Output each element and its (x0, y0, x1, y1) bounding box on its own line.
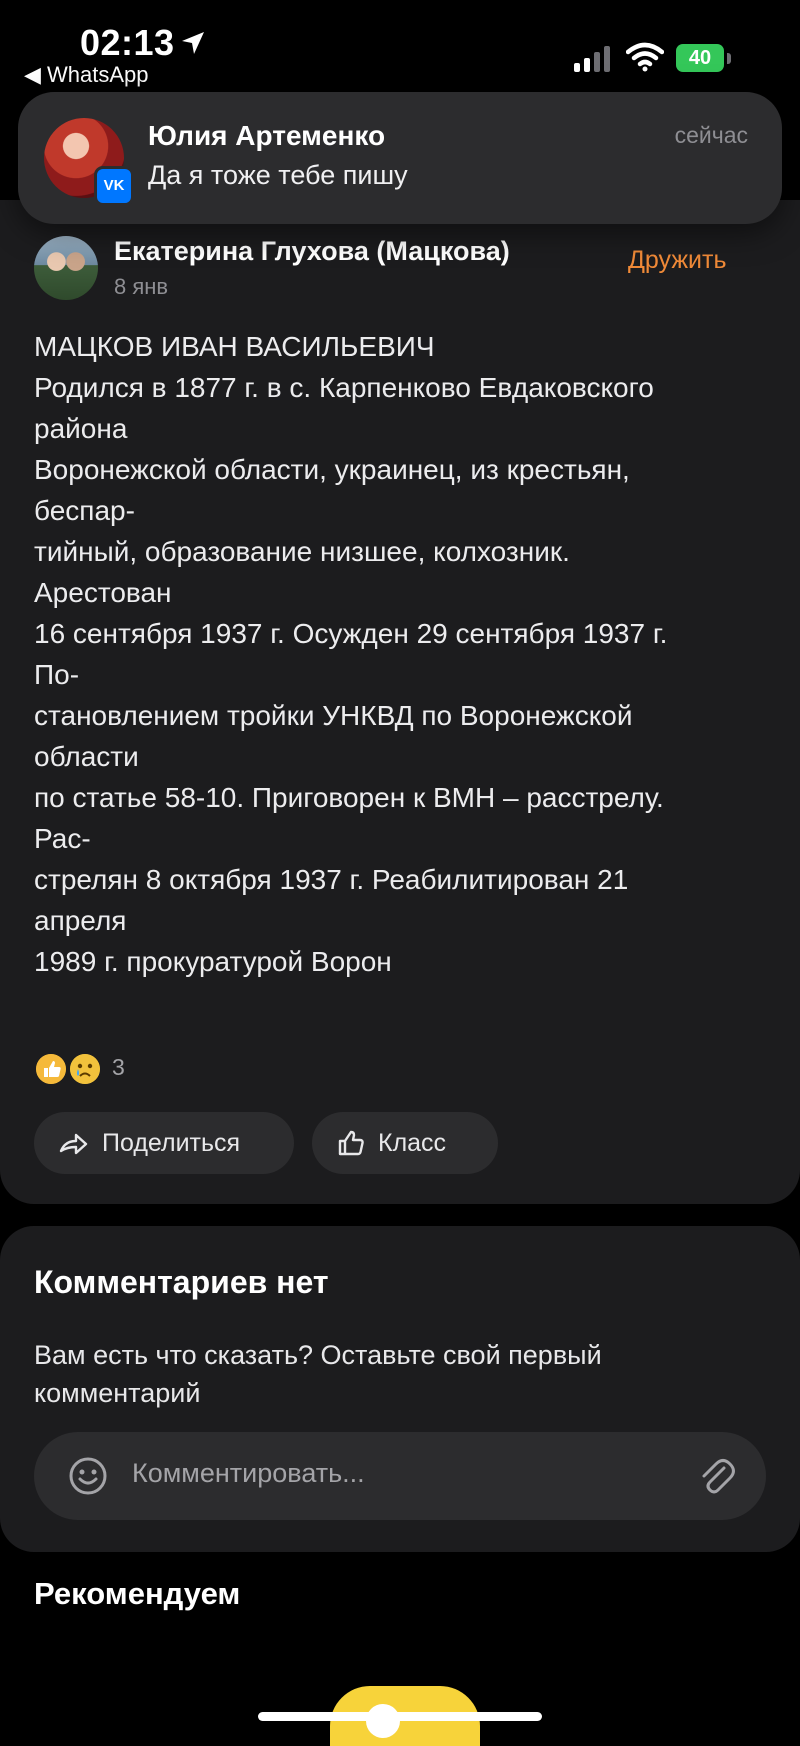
thumbs-up-icon (338, 1130, 364, 1156)
battery-nub (727, 53, 731, 64)
share-label: Поделиться (102, 1128, 241, 1157)
comments-subtitle: Вам есть что сказать? Оставьте свой перв… (34, 1340, 602, 1408)
like-reaction-icon (34, 1052, 68, 1086)
post-line: становлением тройки УНКВД по Воронежской (34, 700, 633, 731)
post-line: района (34, 413, 128, 444)
post-line: Воронежской области, украинец, из кресть… (34, 454, 630, 485)
battery-level: 40 (676, 44, 724, 72)
notification-sender: Юлия Артеменко (148, 120, 386, 151)
post-line: МАЦКОВ ИВАН ВАСИЛЬЕВИЧ (34, 331, 435, 362)
share-button[interactable]: Поделиться (34, 1112, 294, 1174)
share-icon (59, 1133, 88, 1155)
post-line: Родился в 1877 г. в с. Карпенково Евдако… (34, 372, 654, 403)
post-line: 1989 г. прокуратурой Ворон (34, 946, 392, 977)
status-time: 02:13 (80, 22, 175, 63)
post-text: МАЦКОВ ИВАН ВАСИЛЬЕВИЧ Родился в 1877 г.… (34, 326, 774, 982)
cry-reaction-icon (68, 1052, 102, 1086)
back-to-whatsapp-link[interactable]: ◀ WhatsApp (24, 62, 149, 88)
post-line: Арестован (34, 577, 172, 608)
floating-action-dot (366, 1704, 400, 1738)
notification-message: Да я тоже тебе пишу (148, 160, 408, 190)
post-line: стрелян 8 октября 1937 г. Реабилитирован… (34, 864, 629, 895)
notification-banner[interactable]: VK Юлия Артеменко Да я тоже тебе пишу се… (18, 92, 782, 224)
post-line: беспар- (34, 495, 135, 526)
post-line: апреля (34, 905, 127, 936)
comments-title: Комментариев нет (34, 1264, 329, 1300)
location-arrow-icon (182, 32, 204, 54)
post-line: Рас- (34, 823, 91, 854)
comment-placeholder[interactable]: Комментировать... (132, 1458, 365, 1489)
wifi-icon (626, 42, 664, 72)
paperclip-icon[interactable] (696, 1454, 736, 1498)
post-line: По- (34, 659, 80, 690)
post-line: по статье 58-10. Приговорен к ВМН – расс… (34, 782, 664, 813)
recommend-title: Рекомендуем (34, 1576, 241, 1611)
post-line: тийный, образование низшее, колхозник. (34, 536, 570, 567)
author-avatar[interactable] (34, 236, 98, 300)
reactions-count[interactable]: 3 (112, 1054, 125, 1081)
class-label: Класс (378, 1128, 447, 1157)
post-date: 8 янв (114, 274, 169, 299)
add-friend-button[interactable]: Дружить (628, 246, 727, 275)
battery-indicator: 40 (676, 44, 732, 74)
notification-time: сейчас (674, 122, 748, 148)
class-button[interactable]: Класс (312, 1112, 498, 1174)
post-line: области (34, 741, 139, 772)
emoji-icon[interactable] (68, 1456, 108, 1496)
comment-input[interactable]: Комментировать... (34, 1432, 766, 1520)
home-indicator[interactable] (258, 1712, 542, 1721)
post-author[interactable]: Екатерина Глухова (Мацкова) (114, 236, 510, 267)
vk-app-icon: VK (94, 166, 134, 206)
post-line: 16 сентября 1937 г. Осужден 29 сентября … (34, 618, 668, 649)
cellular-signal-icon (574, 46, 610, 72)
